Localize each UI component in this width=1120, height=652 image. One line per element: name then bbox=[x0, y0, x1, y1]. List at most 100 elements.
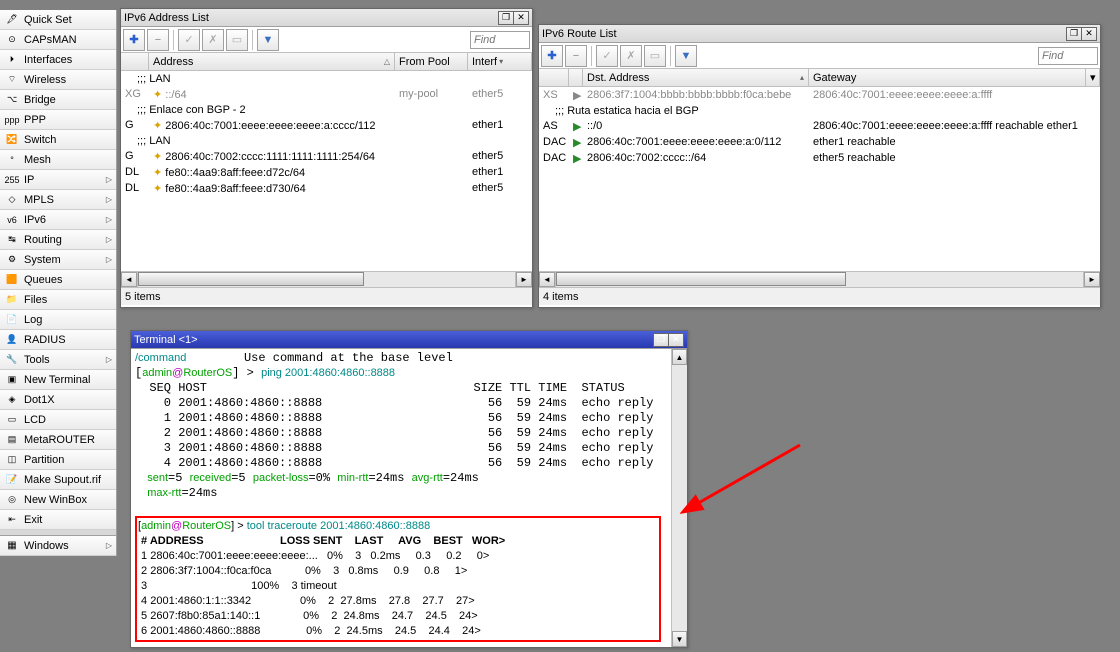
interface: ether5 bbox=[468, 150, 532, 162]
address: ✦ fe80::4aa9:8aff:feee:d72c/64 bbox=[149, 166, 395, 179]
sidebar-item-system[interactable]: ⚙System▷ bbox=[0, 250, 116, 270]
dst-address: ::/0 bbox=[583, 120, 809, 132]
sidebar-item-partition[interactable]: ◫Partition bbox=[0, 450, 116, 470]
menu-label: MPLS bbox=[24, 194, 54, 206]
col-from-pool[interactable]: From Pool bbox=[395, 53, 468, 70]
address-row[interactable]: DL✦ fe80::4aa9:8aff:feee:d72c/64ether1 bbox=[121, 164, 532, 180]
sidebar: 🖋Quick Set⊙CAPsMAN🞂Interfaces⌔Wireless⌥B… bbox=[0, 10, 117, 556]
flags: G bbox=[121, 150, 149, 162]
menu-label: Interfaces bbox=[24, 54, 72, 66]
enable-button[interactable]: ✓ bbox=[178, 29, 200, 51]
find-input[interactable] bbox=[470, 31, 530, 49]
sidebar-item-tools[interactable]: 🔧Tools▷ bbox=[0, 350, 116, 370]
submenu-arrow-icon: ▷ bbox=[106, 235, 112, 244]
route-row[interactable]: DAC▶2806:40c:7001:eeee:eeee:eeee:a:0/112… bbox=[539, 134, 1100, 150]
flags: DL bbox=[121, 166, 149, 178]
col-address[interactable]: Address△ bbox=[149, 53, 395, 70]
col-menu[interactable]: ▾ bbox=[1086, 69, 1100, 86]
comment-button[interactable]: ▭ bbox=[644, 45, 666, 67]
restore-icon[interactable]: ❐ bbox=[653, 333, 669, 347]
route-row[interactable]: AS▶::/02806:40c:7001:eeee:eeee:eeee:a:ff… bbox=[539, 118, 1100, 134]
filter-button[interactable]: ▼ bbox=[257, 29, 279, 51]
titlebar[interactable]: IPv6 Route List ❐ ✕ bbox=[539, 25, 1100, 43]
find-input[interactable] bbox=[1038, 47, 1098, 65]
sidebar-item-mpls[interactable]: ◇MPLS▷ bbox=[0, 190, 116, 210]
col-dst[interactable]: Dst. Address▴ bbox=[583, 69, 809, 86]
sidebar-item-radius[interactable]: 👤RADIUS bbox=[0, 330, 116, 350]
col-interface[interactable]: Interf▾ bbox=[468, 53, 532, 70]
sidebar-item-mesh[interactable]: °Mesh bbox=[0, 150, 116, 170]
terminal-output[interactable]: /command Use command at the base level [… bbox=[131, 349, 671, 647]
h-scrollbar[interactable]: ◄► bbox=[539, 271, 1100, 287]
menu-label: Routing bbox=[24, 234, 62, 246]
menu-label: PPP bbox=[24, 114, 46, 126]
titlebar[interactable]: IPv6 Address List ❐ ✕ bbox=[121, 9, 532, 27]
close-icon[interactable]: ✕ bbox=[1081, 27, 1097, 41]
sidebar-item-bridge[interactable]: ⌥Bridge bbox=[0, 90, 116, 110]
h-scrollbar[interactable]: ◄► bbox=[121, 271, 532, 287]
sidebar-item-new-terminal[interactable]: ▣New Terminal bbox=[0, 370, 116, 390]
sidebar-item-switch[interactable]: 🔀Switch bbox=[0, 130, 116, 150]
sidebar-item-ipv6[interactable]: v6IPv6▷ bbox=[0, 210, 116, 230]
submenu-arrow-icon: ▷ bbox=[106, 215, 112, 224]
menu-icon: 📁 bbox=[4, 292, 20, 308]
menu-icon: ppp bbox=[4, 112, 20, 128]
sidebar-item-lcd[interactable]: ▭LCD bbox=[0, 410, 116, 430]
sidebar-item-log[interactable]: 📄Log bbox=[0, 310, 116, 330]
enable-button[interactable]: ✓ bbox=[596, 45, 618, 67]
submenu-arrow-icon: ▷ bbox=[106, 195, 112, 204]
sidebar-item-new-winbox[interactable]: ◎New WinBox bbox=[0, 490, 116, 510]
address-row[interactable]: XG✦ ::/64my-poolether5 bbox=[121, 86, 532, 102]
remove-button[interactable]: − bbox=[565, 45, 587, 67]
menu-label: Queues bbox=[24, 274, 63, 286]
menu-label: Exit bbox=[24, 514, 42, 526]
close-icon[interactable]: ✕ bbox=[668, 333, 684, 347]
menu-icon: ⚙ bbox=[4, 252, 20, 268]
sidebar-item-queues[interactable]: 🟧Queues bbox=[0, 270, 116, 290]
route-row[interactable]: DAC▶2806:40c:7002:cccc::/64ether5 reacha… bbox=[539, 150, 1100, 166]
address-row[interactable]: G✦ 2806:40c:7002:cccc:1111:1111:1111:254… bbox=[121, 148, 532, 164]
sidebar-item-interfaces[interactable]: 🞂Interfaces bbox=[0, 50, 116, 70]
restore-icon[interactable]: ❐ bbox=[498, 11, 514, 25]
address-row[interactable]: G✦ 2806:40c:7001:eeee:eeee:eeee:a:cccc/1… bbox=[121, 117, 532, 133]
disable-button[interactable]: ✗ bbox=[202, 29, 224, 51]
sidebar-item-quick-set[interactable]: 🖋Quick Set bbox=[0, 10, 116, 30]
sidebar-item-dot1x[interactable]: ◈Dot1X bbox=[0, 390, 116, 410]
dst-address: 2806:40c:7001:eeee:eeee:eeee:a:0/112 bbox=[583, 136, 809, 148]
close-icon[interactable]: ✕ bbox=[513, 11, 529, 25]
titlebar[interactable]: Terminal <1> ❐ ✕ bbox=[131, 331, 687, 349]
sidebar-item-wireless[interactable]: ⌔Wireless bbox=[0, 70, 116, 90]
address-row[interactable]: DL✦ fe80::4aa9:8aff:feee:d730/64ether5 bbox=[121, 180, 532, 196]
address: ✦ fe80::4aa9:8aff:feee:d730/64 bbox=[149, 182, 395, 195]
add-button[interactable]: ✚ bbox=[123, 29, 145, 51]
remove-button[interactable]: − bbox=[147, 29, 169, 51]
menu-label: RADIUS bbox=[24, 334, 66, 346]
route-row[interactable]: XS▶2806:3f7:1004:bbbb:bbbb:bbbb:f0ca:beb… bbox=[539, 87, 1100, 103]
sidebar-item-capsman[interactable]: ⊙CAPsMAN bbox=[0, 30, 116, 50]
sidebar-item-files[interactable]: 📁 Files bbox=[0, 290, 116, 310]
route-grid[interactable]: XS▶2806:3f7:1004:bbbb:bbbb:bbbb:f0ca:beb… bbox=[539, 87, 1100, 271]
route-icon: ▶ bbox=[569, 89, 583, 102]
sidebar-item-ppp[interactable]: ppp PPP bbox=[0, 110, 116, 130]
sidebar-item-metarouter[interactable]: ▤MetaROUTER bbox=[0, 430, 116, 450]
sidebar-item-windows[interactable]: ▦Windows▷ bbox=[0, 536, 116, 556]
interface: ether5 bbox=[468, 182, 532, 194]
address-icon: ✦ bbox=[153, 183, 162, 195]
sidebar-item-routing[interactable]: ↹Routing▷ bbox=[0, 230, 116, 250]
menu-label: Files bbox=[24, 294, 47, 306]
sidebar-item-make-supout.rif[interactable]: 📝Make Supout.rif bbox=[0, 470, 116, 490]
filter-button[interactable]: ▼ bbox=[675, 45, 697, 67]
menu-icon: v6 bbox=[4, 212, 20, 228]
annotation-arrow bbox=[680, 440, 810, 520]
v-scrollbar[interactable]: ▲▼ bbox=[671, 349, 687, 647]
col-gateway[interactable]: Gateway bbox=[809, 69, 1086, 86]
restore-icon[interactable]: ❐ bbox=[1066, 27, 1082, 41]
comment-button[interactable]: ▭ bbox=[226, 29, 248, 51]
sidebar-item-exit[interactable]: ⇤Exit bbox=[0, 510, 116, 530]
add-button[interactable]: ✚ bbox=[541, 45, 563, 67]
window-title: IPv6 Address List bbox=[124, 12, 499, 24]
disable-button[interactable]: ✗ bbox=[620, 45, 642, 67]
sidebar-item-ip[interactable]: 255IP▷ bbox=[0, 170, 116, 190]
address-grid[interactable]: ;;; LANXG✦ ::/64my-poolether5;;; Enlace … bbox=[121, 71, 532, 271]
menu-label: Partition bbox=[24, 454, 64, 466]
